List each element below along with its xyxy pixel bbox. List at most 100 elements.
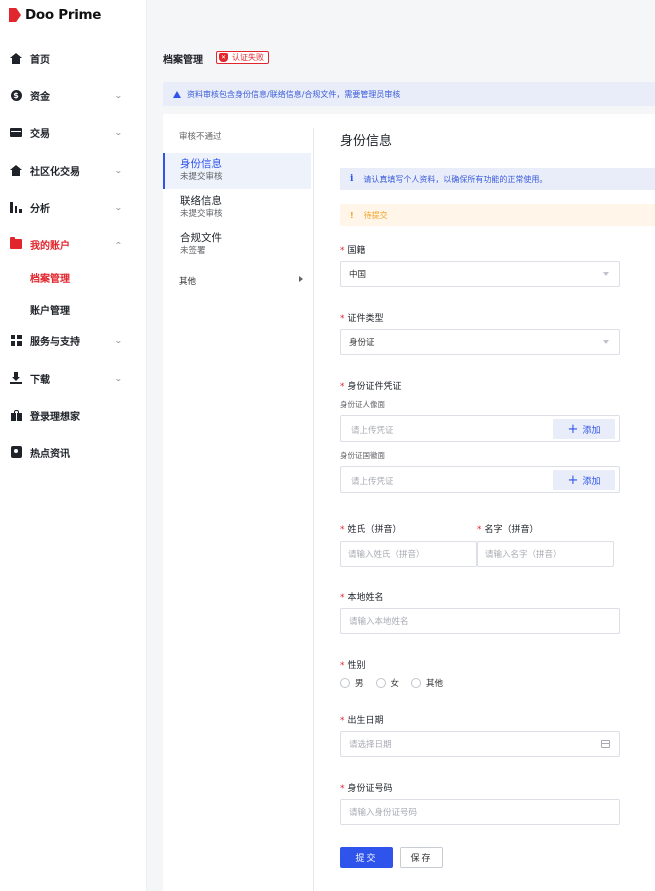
sidebar-item-trade[interactable]: 交易 ⌄: [0, 119, 147, 145]
step-contact-info[interactable]: 联络信息 未提交审核: [163, 190, 311, 226]
sidebar-item-ideal-home[interactable]: 登录理想家: [0, 402, 147, 428]
sidebar-item-label: 热点资讯: [30, 448, 70, 460]
plus-icon: +: [567, 421, 579, 437]
id-type-label: * 证件类型: [340, 311, 384, 324]
download-icon: [10, 372, 22, 384]
surname-placeholder: 请输入姓氏（拼音）: [348, 550, 425, 560]
radio-circle-icon: [340, 678, 350, 688]
gender-label: * 性别: [340, 658, 366, 671]
notice-banner: i 请认真填写个人资料，以确保所有功能的正常使用。: [340, 168, 655, 190]
birth-date-picker[interactable]: 请选择日期: [340, 731, 620, 757]
pending-banner: ! 待提交: [340, 204, 655, 226]
required-mark: *: [477, 525, 482, 535]
sidebar-item-home[interactable]: 首页: [0, 45, 147, 71]
sidebar-item-service-support[interactable]: 服务与支持 ⌄: [0, 327, 147, 353]
sidebar-item-hot-news[interactable]: 热点资讯: [0, 439, 147, 465]
save-button[interactable]: 保存: [400, 847, 443, 868]
sidebar-subitem-account-management[interactable]: 账户管理: [30, 302, 70, 317]
nationality-label: * 国籍: [340, 243, 366, 256]
step-name: 身份信息: [180, 158, 222, 170]
label-text: 出生日期: [347, 716, 384, 726]
id-back-upload[interactable]: 请上传凭证 + 添加: [340, 466, 620, 493]
sidebar-item-download[interactable]: 下载 ⌄: [0, 365, 147, 391]
sidebar-subitem-profile-management[interactable]: 档案管理: [30, 270, 70, 285]
sidebar-item-my-account[interactable]: 我的账户 ⌄: [0, 231, 147, 257]
chevron-down-icon: ⌄: [113, 90, 123, 100]
card-icon: [10, 126, 22, 138]
chevron-down-icon: ⌄: [113, 335, 123, 345]
chevron-up-icon: ⌄: [113, 239, 123, 249]
label-text: 身份证号码: [347, 784, 393, 794]
surname-input[interactable]: 请输入姓氏（拼音）: [340, 541, 477, 567]
required-mark: *: [340, 716, 345, 726]
required-mark: *: [340, 593, 345, 603]
sidebar-item-label: 服务与支持: [30, 336, 80, 348]
step-name: 合规文件: [180, 232, 222, 244]
gender-radio-male[interactable]: 男: [340, 677, 364, 689]
status-badge-label: 认证失败: [232, 53, 264, 62]
id-number-input[interactable]: 请输入身份证号码: [340, 799, 620, 825]
id-front-label: 身份证人像面: [340, 400, 385, 409]
given-name-input[interactable]: 请输入名字（拼音）: [477, 541, 614, 567]
caret-down-icon: [603, 340, 609, 344]
bar-chart-icon: [10, 201, 22, 213]
label-text: 本地姓名: [347, 593, 384, 603]
sidebar-item-label: 下载: [30, 374, 50, 386]
gift-icon: [10, 409, 22, 421]
caret-right-icon: [299, 276, 303, 282]
local-name-input[interactable]: 请输入本地姓名: [340, 608, 620, 634]
chevron-down-icon: ⌄: [113, 373, 123, 383]
id-type-select[interactable]: 身份证: [340, 329, 620, 355]
status-badge: ✕ 认证失败: [216, 51, 269, 64]
info-banner: 资料审核包含身份信息/联络信息/合规文件，需要管理员审核: [163, 82, 655, 106]
upload-placeholder: 请上传凭证: [351, 426, 394, 436]
sidebar-item-analysis[interactable]: 分析 ⌄: [0, 194, 147, 220]
gender-radio-other[interactable]: 其他: [411, 677, 443, 689]
surname-label: * 姓氏（拼音）: [340, 522, 402, 535]
birth-date-label: * 出生日期: [340, 713, 384, 726]
upload-placeholder: 请上传凭证: [351, 477, 394, 487]
chevron-down-icon: ⌄: [113, 165, 123, 175]
nationality-value: 中国: [349, 270, 367, 280]
add-back-button[interactable]: + 添加: [553, 470, 615, 490]
warning-icon: !: [350, 210, 354, 220]
label-text: 姓氏（拼音）: [347, 525, 402, 535]
step-status: 未签署: [180, 246, 206, 256]
nationality-select[interactable]: 中国: [340, 261, 620, 287]
sidebar-item-funds[interactable]: $ 资金 ⌄: [0, 82, 147, 108]
divider: [313, 128, 314, 891]
label-text: 身份证件凭证: [347, 382, 402, 392]
id-number-placeholder: 请输入身份证号码: [349, 808, 418, 818]
info-icon: i: [350, 174, 354, 184]
chevron-down-icon: ⌄: [113, 202, 123, 212]
step-identity-info[interactable]: 身份信息 未提交审核: [163, 153, 311, 189]
id-type-value: 身份证: [349, 338, 375, 348]
label-text: 性别: [347, 661, 366, 671]
add-button-label: 添加: [582, 425, 601, 436]
gender-radio-female[interactable]: 女: [375, 677, 399, 689]
local-name-label: * 本地姓名: [340, 590, 384, 603]
label-text: 名字（拼音）: [484, 525, 539, 535]
page-title: 档案管理: [163, 55, 203, 66]
required-mark: *: [340, 525, 345, 535]
add-front-button[interactable]: + 添加: [553, 419, 615, 439]
birth-date-placeholder: 请选择日期: [349, 740, 392, 750]
id-front-upload[interactable]: 请上传凭证 + 添加: [340, 415, 620, 442]
brand-logo[interactable]: Doo Prime: [9, 6, 101, 24]
label-text: 国籍: [347, 246, 366, 256]
profile-card: 审核不通过 身份信息 未提交审核 联络信息 未提交审核 合规文件 未签署 其他 …: [163, 114, 655, 891]
radio-circle-icon: [375, 678, 386, 688]
submit-button[interactable]: 提交: [340, 847, 393, 868]
doo-prime-logo-icon: [9, 8, 21, 22]
given-name-label: * 名字（拼音）: [477, 522, 539, 535]
required-mark: *: [340, 246, 345, 256]
sidebar: Doo Prime 首页 $ 资金 ⌄ 交易 ⌄ 社区化交易 ⌄ 分析 ⌄ 我的…: [0, 0, 147, 891]
step-other[interactable]: 其他: [179, 275, 303, 287]
chevron-down-icon: ⌄: [113, 127, 123, 137]
id-back-label: 身份证国徽面: [340, 451, 385, 460]
gender-radio-group: 男 女 其他: [340, 677, 455, 689]
folder-icon: [10, 237, 22, 250]
sidebar-item-social-trading[interactable]: 社区化交易 ⌄: [0, 157, 147, 183]
brand-name: Doo Prime: [25, 7, 102, 23]
step-compliance-docs[interactable]: 合规文件 未签署: [163, 227, 311, 263]
